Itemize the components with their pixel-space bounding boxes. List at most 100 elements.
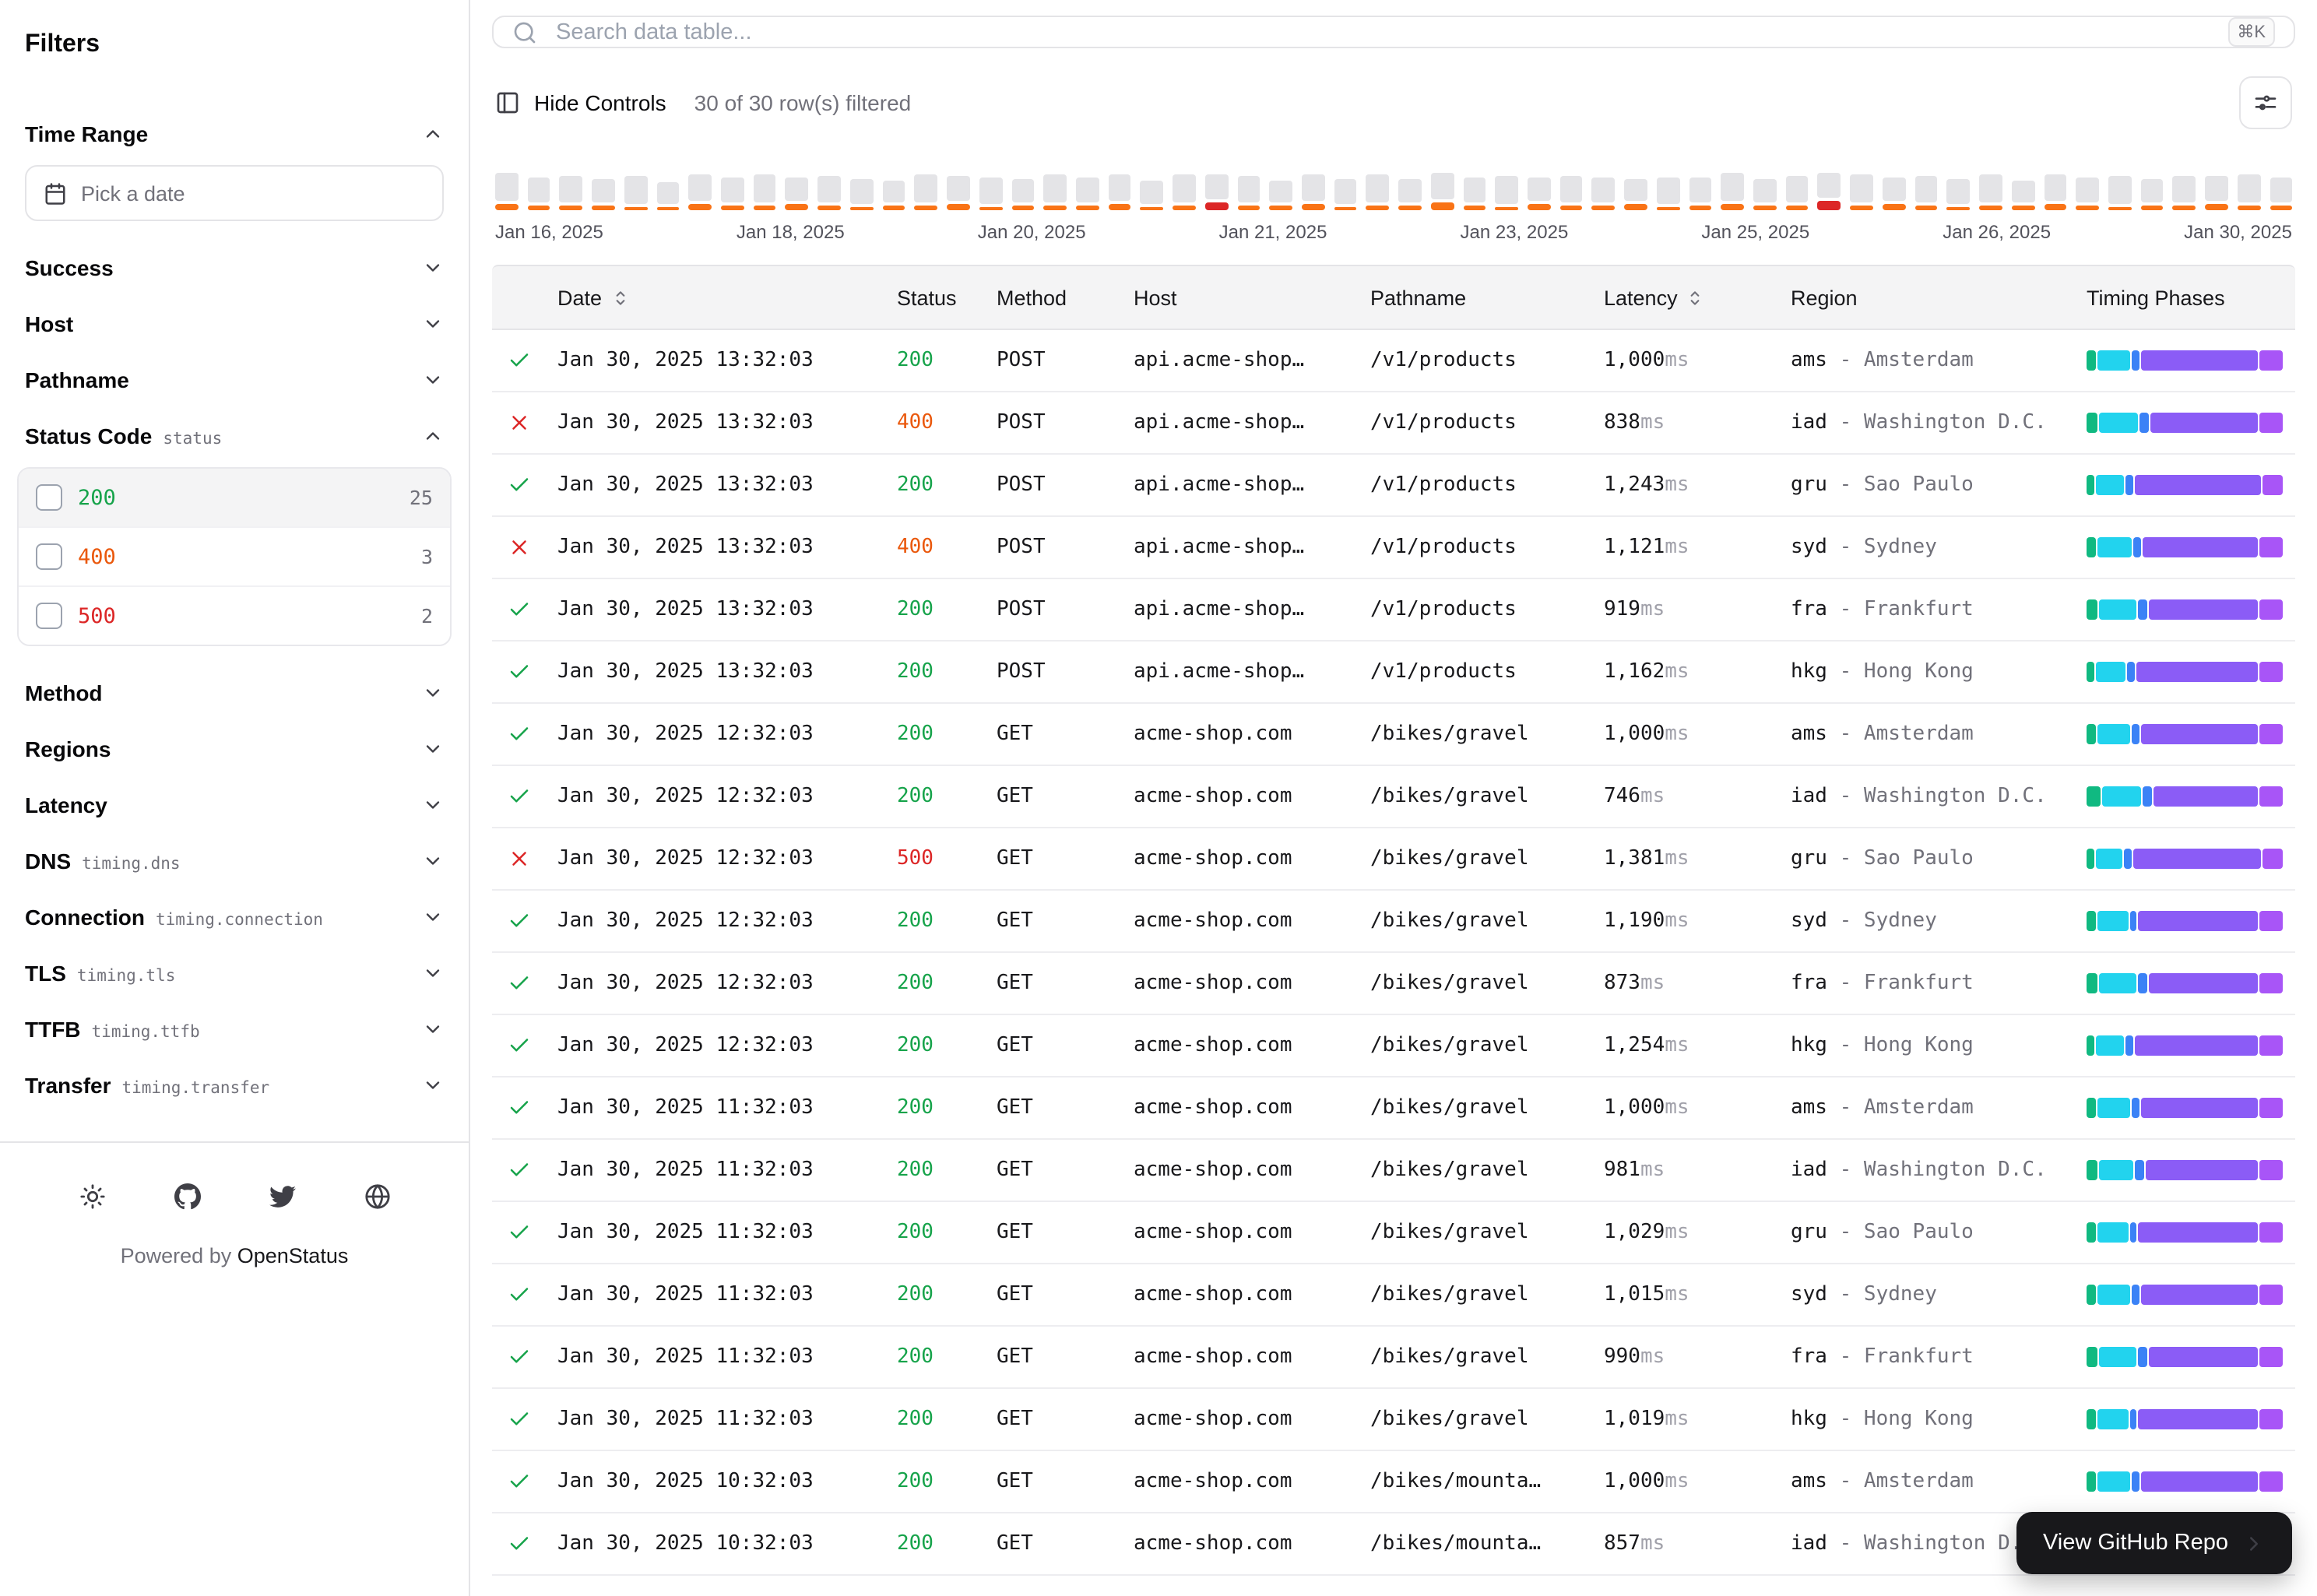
search-bar[interactable]: ⌘K [492, 16, 2295, 48]
table-row[interactable]: Jan 30, 2025 13:32:03400POSTapi.acme-sho… [492, 517, 2295, 579]
timeline-bar [817, 176, 840, 210]
bar-base [1043, 174, 1066, 202]
filter-section-success[interactable]: Success [0, 240, 469, 296]
sun-icon[interactable] [79, 1183, 105, 1210]
table-row[interactable]: Jan 30, 2025 12:32:03200GETacme-shop.com… [492, 891, 2295, 953]
timeline-bar [495, 173, 518, 210]
latency-value: 1,162 [1604, 660, 1665, 684]
checkbox[interactable] [36, 603, 62, 629]
view-github-repo-button[interactable]: View GitHub Repo [2016, 1512, 2292, 1574]
bar-accent [1883, 204, 1905, 210]
cell-status: 200 [884, 349, 984, 372]
table-row[interactable]: Jan 30, 2025 11:32:03200GETacme-shop.com… [492, 1140, 2295, 1202]
chevron-down-icon [422, 962, 444, 984]
filter-section-time-range[interactable]: Time Range [0, 106, 469, 162]
table-row[interactable]: Jan 30, 2025 12:32:03200GETacme-shop.com… [492, 766, 2295, 828]
timing-segment [2260, 1285, 2283, 1305]
timing-segment [2139, 1222, 2259, 1243]
bar-base [882, 181, 905, 202]
bar-accent [1270, 206, 1292, 210]
filter-section-host[interactable]: Host [0, 296, 469, 352]
twitter-icon[interactable] [269, 1183, 295, 1210]
filter-section-connection[interactable]: Connectiontiming.connection [0, 889, 469, 945]
filter-section-tls[interactable]: TLStiming.tls [0, 945, 469, 1001]
cell-method: GET [984, 1532, 1121, 1556]
filter-section-ttfb[interactable]: TTFBtiming.ttfb [0, 1001, 469, 1057]
cell-latency: 1,000ms [1591, 1096, 1778, 1120]
bar-base [1366, 174, 1389, 202]
bar-base [1431, 173, 1454, 199]
status-filter-500[interactable]: 5002 [19, 585, 450, 645]
table-row[interactable]: Jan 30, 2025 13:32:03200POSTapi.acme-sho… [492, 330, 2295, 392]
table-row[interactable]: Jan 30, 2025 10:32:03200GETacme-shop.com… [492, 1451, 2295, 1513]
latency-value: 1,029 [1604, 1221, 1665, 1244]
region-city: - Washington D.C. [1827, 1158, 2047, 1182]
timeline-bar [1914, 176, 1937, 210]
col-latency[interactable]: Latency [1591, 286, 1778, 309]
filter-section-regions[interactable]: Regions [0, 721, 469, 777]
table-row[interactable]: Jan 30, 2025 11:32:03200GETacme-shop.com… [492, 1389, 2295, 1451]
bar-base [721, 178, 744, 202]
cell-pathname: /v1/products [1358, 598, 1591, 621]
bar-base [2238, 174, 2260, 202]
status-filter-200[interactable]: 20025 [19, 469, 450, 526]
view-options-button[interactable] [2239, 76, 2292, 129]
timeline-bar [1528, 178, 1550, 210]
latency-unit: ms [1665, 847, 1689, 870]
bar-accent [2173, 206, 2196, 210]
timing-segment [2087, 350, 2096, 371]
table-row[interactable]: Jan 30, 2025 12:32:03200GETacme-shop.com… [492, 1015, 2295, 1077]
cell-pathname: /bikes/mounta… [1358, 1532, 1591, 1556]
search-input[interactable] [553, 18, 2212, 46]
timeline-labels: Jan 16, 2025Jan 18, 2025Jan 20, 2025Jan … [495, 221, 2292, 243]
filter-section-pathname[interactable]: Pathname [0, 352, 469, 408]
table-row[interactable]: Jan 30, 2025 11:32:03200GETacme-shop.com… [492, 1202, 2295, 1264]
chevron-down-icon [422, 1074, 444, 1096]
cell-pathname: /bikes/gravel [1358, 1034, 1591, 1057]
table-row[interactable]: Jan 30, 2025 10:32:03400GETacme-shop.com… [492, 1576, 2295, 1596]
bar-base [786, 178, 808, 201]
cell-method: POST [984, 349, 1121, 372]
filter-section-dns[interactable]: DNStiming.dns [0, 833, 469, 889]
timeline-chart[interactable]: Jan 16, 2025Jan 18, 2025Jan 20, 2025Jan … [495, 170, 2292, 243]
table-row[interactable]: Jan 30, 2025 13:32:03200POSTapi.acme-sho… [492, 642, 2295, 704]
bar-accent [1850, 206, 1872, 210]
col-date[interactable]: Date [545, 286, 884, 309]
table-row[interactable]: Jan 30, 2025 11:32:03200GETacme-shop.com… [492, 1264, 2295, 1327]
table-row[interactable]: Jan 30, 2025 11:32:03200GETacme-shop.com… [492, 1077, 2295, 1140]
timeline-bar [1076, 178, 1099, 210]
bar-base [2108, 176, 2131, 204]
cell-timing-phases [2074, 1098, 2295, 1118]
filter-section-method[interactable]: Method [0, 665, 469, 721]
date-picker-input[interactable]: Pick a date [25, 165, 444, 221]
region-city: - Sao Paulo [1827, 1221, 1974, 1244]
table-row[interactable]: Jan 30, 2025 13:32:03200POSTapi.acme-sho… [492, 455, 2295, 517]
timing-bar [2087, 1160, 2283, 1180]
filter-section-status-code[interactable]: Status Codestatus [0, 408, 469, 464]
timing-segment [2087, 1222, 2096, 1243]
table-row[interactable]: Jan 30, 2025 13:32:03200POSTapi.acme-sho… [492, 579, 2295, 642]
bar-base [1559, 176, 1582, 202]
cell-latency: 1,162ms [1591, 660, 1778, 684]
bar-accent [882, 206, 905, 210]
table-row[interactable]: Jan 30, 2025 13:32:03400POSTapi.acme-sho… [492, 392, 2295, 455]
table-row[interactable]: Jan 30, 2025 12:32:03500GETacme-shop.com… [492, 828, 2295, 891]
github-icon[interactable] [174, 1183, 200, 1210]
table-row[interactable]: Jan 30, 2025 11:32:03200GETacme-shop.com… [492, 1327, 2295, 1389]
table-row[interactable]: Jan 30, 2025 12:32:03200GETacme-shop.com… [492, 953, 2295, 1015]
latency-value: 1,015 [1604, 1283, 1665, 1306]
globe-icon[interactable] [364, 1183, 390, 1210]
sidebar-footer: Powered by OpenStatus [0, 1141, 469, 1283]
openstatus-link[interactable]: OpenStatus [237, 1244, 349, 1267]
filter-section-latency[interactable]: Latency [0, 777, 469, 833]
cell-region: iad - Washington D.C. [1778, 785, 2074, 808]
checkbox[interactable] [36, 543, 62, 570]
column-label: Pathname [1370, 286, 1466, 309]
table-row[interactable]: Jan 30, 2025 12:32:03200GETacme-shop.com… [492, 704, 2295, 766]
filter-section-transfer[interactable]: Transfertiming.transfer [0, 1057, 469, 1113]
checkbox[interactable] [36, 484, 62, 511]
cell-method: GET [984, 1408, 1121, 1431]
hide-controls-button[interactable]: Hide Controls [495, 90, 666, 115]
status-filter-400[interactable]: 4003 [19, 526, 450, 585]
cell-date: Jan 30, 2025 13:32:03 [545, 349, 884, 372]
